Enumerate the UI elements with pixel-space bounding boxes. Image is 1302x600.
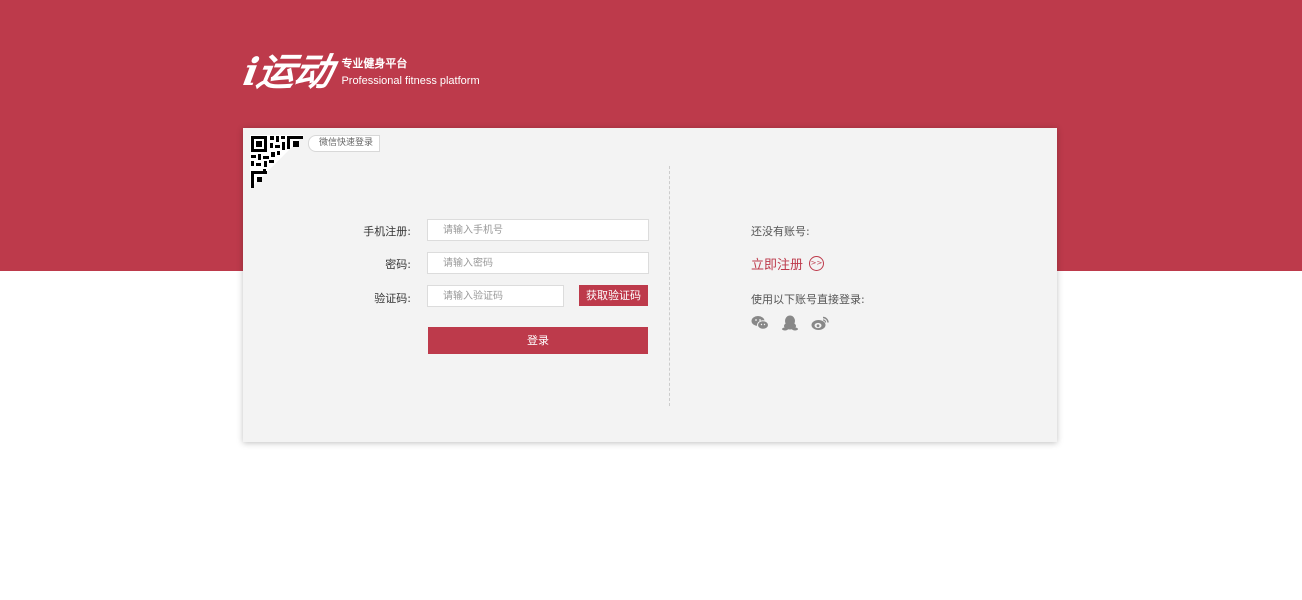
qr-code-icon[interactable] bbox=[250, 135, 304, 189]
arrow-right-icon: >> bbox=[809, 256, 825, 271]
divider bbox=[669, 166, 670, 406]
login-button[interactable]: 登录 bbox=[428, 327, 648, 354]
get-code-button[interactable]: 获取验证码 bbox=[579, 285, 648, 306]
password-input[interactable] bbox=[427, 252, 649, 274]
register-now-link[interactable]: 立即注册 >> bbox=[751, 254, 825, 273]
qq-icon[interactable] bbox=[781, 315, 799, 331]
tagline-en: Professional fitness platform bbox=[341, 74, 480, 87]
tagline-cn: 专业健身平台 bbox=[341, 56, 408, 70]
password-label: 密码: bbox=[385, 258, 411, 271]
weibo-icon[interactable] bbox=[811, 315, 829, 331]
social-login-icons bbox=[751, 315, 829, 331]
phone-input[interactable] bbox=[427, 219, 649, 241]
no-account-text: 还没有账号: bbox=[751, 225, 810, 238]
verification-code-input[interactable] bbox=[427, 285, 564, 307]
logo[interactable]: i运动 专业健身平台 Professional fitness platform bbox=[240, 49, 479, 94]
logo-tagline: 专业健身平台 Professional fitness platform bbox=[341, 56, 479, 89]
code-label: 验证码: bbox=[374, 292, 411, 305]
wechat-quick-login-tag[interactable]: 微信快速登录 bbox=[308, 135, 381, 152]
phone-label: 手机注册: bbox=[363, 225, 411, 238]
logo-mark: i运动 bbox=[240, 49, 336, 94]
register-now-label: 立即注册 bbox=[751, 258, 804, 273]
social-login-title: 使用以下账号直接登录: bbox=[751, 293, 865, 306]
login-card: 微信快速登录 手机注册: 密码: 验证码: 获取验证码 登录 还没有账号: 立即… bbox=[243, 128, 1057, 442]
wechat-icon[interactable] bbox=[751, 315, 769, 331]
